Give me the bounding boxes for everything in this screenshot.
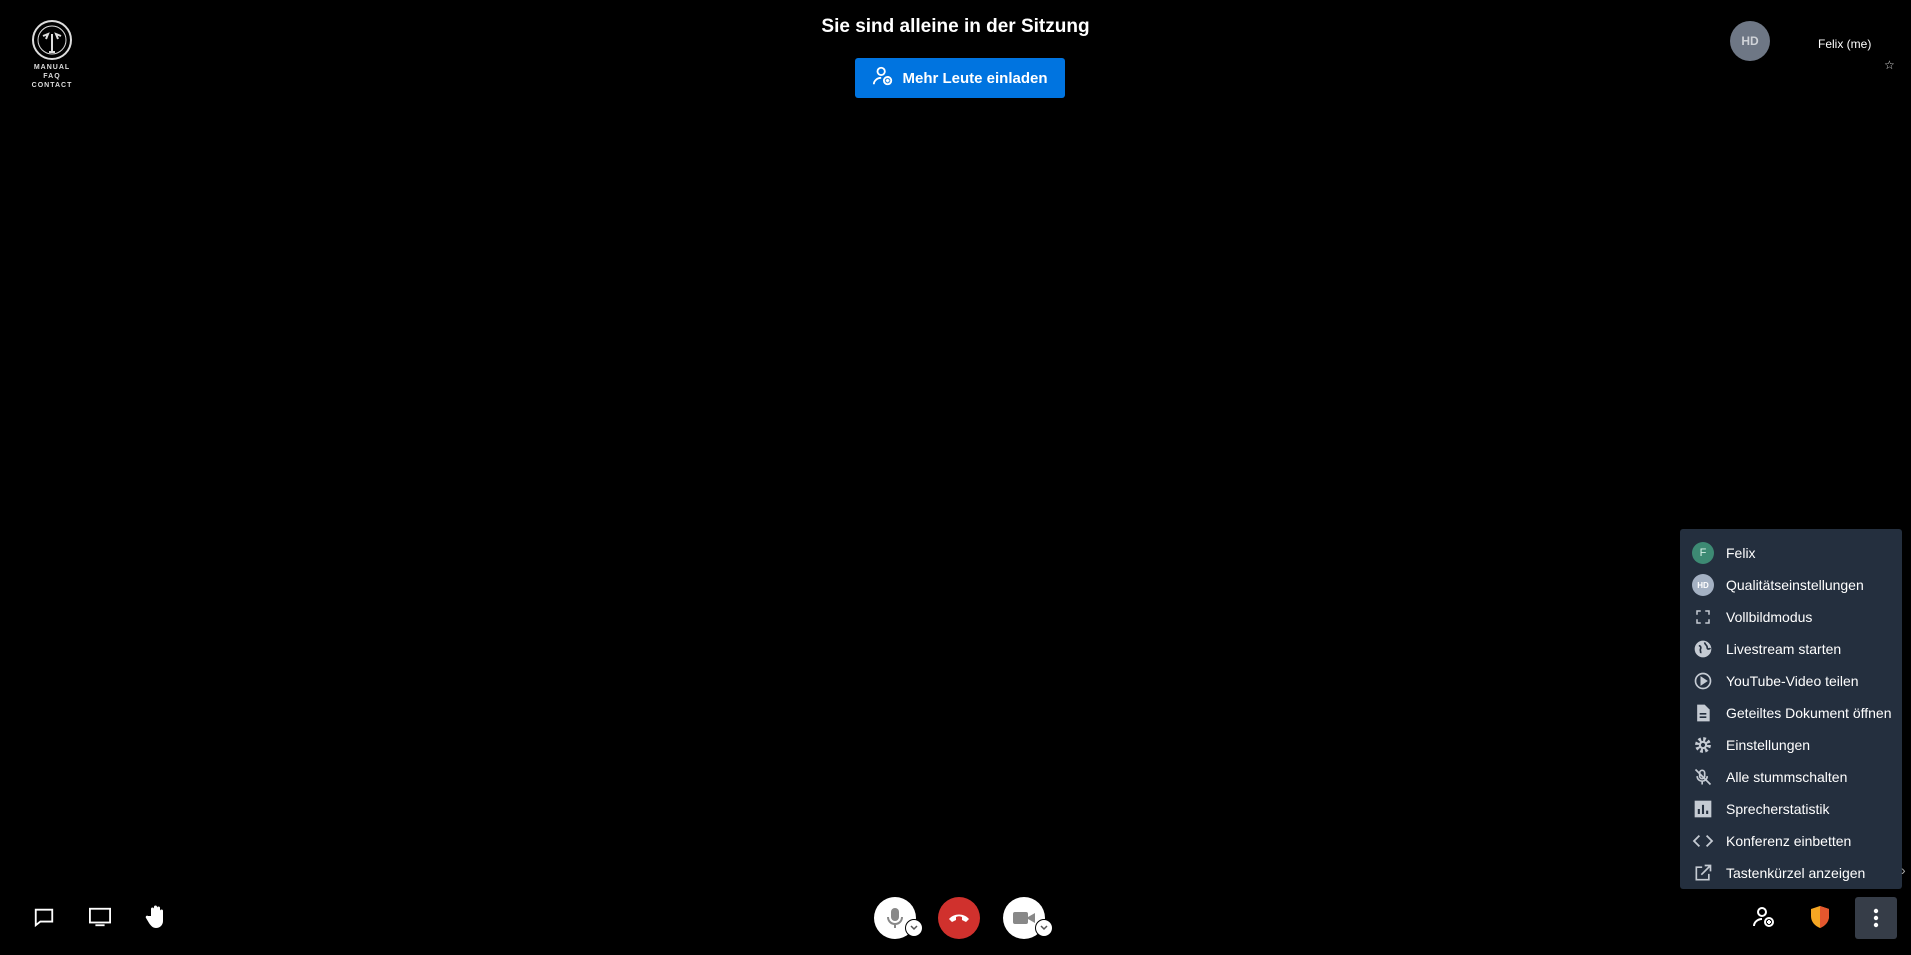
menu-item-embed[interactable]: Konferenz einbetten (1680, 825, 1902, 857)
menu-item-youtube[interactable]: YouTube-Video teilen (1680, 665, 1902, 697)
menu-item-shared-document[interactable]: Geteiltes Dokument öffnen (1680, 697, 1902, 729)
menu-item-label: Alle stummschalten (1726, 769, 1848, 785)
page-title: Sie sind alleine in der Sitzung (821, 16, 1090, 37)
camera-options-button[interactable] (1035, 919, 1053, 937)
menu-item-shortcuts[interactable]: Tastenkürzel anzeigen (1680, 857, 1902, 889)
gear-icon (1692, 734, 1714, 756)
menu-item-settings[interactable]: Einstellungen (1680, 729, 1902, 761)
invite-more-people-button[interactable]: Mehr Leute einladen (855, 58, 1065, 98)
menu-item-speaker-stats[interactable]: Sprecherstatistik (1680, 793, 1902, 825)
menu-item-label: YouTube-Video teilen (1726, 673, 1859, 689)
microphone-options-button[interactable] (905, 919, 923, 937)
menu-item-livestream[interactable]: Livestream starten (1680, 633, 1902, 665)
invite-person-icon (872, 65, 894, 91)
stats-icon (1692, 798, 1714, 820)
menu-item-label: Livestream starten (1726, 641, 1842, 657)
avatar-f-icon: F (1692, 542, 1714, 564)
pin-icon[interactable]: ☆ (1884, 58, 1895, 72)
invite-people-button[interactable] (1744, 897, 1784, 937)
menu-item-profile[interactable]: F Felix (1680, 537, 1902, 569)
overflow-menu: F Felix HD Qualitätseinstellungen Vollbi… (1680, 529, 1902, 889)
raise-hand-button[interactable] (137, 897, 177, 937)
document-icon (1692, 702, 1714, 724)
logo-text-faq: FAQ (43, 73, 61, 80)
chevron-down-icon (1040, 925, 1048, 931)
more-vertical-icon (1873, 908, 1879, 928)
embed-code-icon (1692, 830, 1714, 852)
microphone-icon (887, 908, 903, 928)
chat-button[interactable] (24, 897, 64, 937)
invite-button-label: Mehr Leute einladen (902, 69, 1048, 87)
logo-text-manual: MANUAL (33, 64, 71, 71)
security-shield-icon (1811, 906, 1829, 928)
menu-item-label: Geteiltes Dokument öffnen (1726, 705, 1892, 721)
chevron-right-icon: › (1901, 862, 1906, 878)
menu-item-label: Konferenz einbetten (1726, 833, 1852, 849)
menu-item-mute-all[interactable]: Alle stummschalten (1680, 761, 1902, 793)
more-actions-button[interactable] (1855, 897, 1897, 939)
quality-avatar[interactable]: HD (1730, 21, 1770, 61)
self-name-label: Felix (me) (1818, 37, 1872, 51)
menu-item-label: Sprecherstatistik (1726, 801, 1830, 817)
chat-icon (34, 908, 54, 928)
chevron-down-icon (910, 925, 918, 931)
external-link-icon (1692, 862, 1714, 884)
mute-all-icon (1692, 766, 1714, 788)
screen-share-button[interactable] (80, 897, 120, 937)
menu-item-label: Vollbildmodus (1726, 609, 1813, 625)
logo-text-contact: CONTACT (31, 82, 73, 89)
menu-item-quality-settings[interactable]: HD Qualitätseinstellungen (1680, 569, 1902, 601)
hangup-button[interactable] (938, 897, 980, 939)
menu-item-label: Qualitätseinstellungen (1726, 577, 1864, 593)
screen-share-icon (89, 907, 111, 927)
raise-hand-icon (145, 905, 163, 928)
menu-item-fullscreen[interactable]: Vollbildmodus (1680, 601, 1902, 633)
play-circle-icon (1692, 670, 1714, 692)
fullscreen-icon (1692, 606, 1714, 628)
globe-icon (1692, 638, 1714, 660)
invite-people-icon (1753, 907, 1774, 927)
security-options-button[interactable] (1800, 897, 1840, 937)
menu-item-label: Einstellungen (1726, 737, 1811, 753)
hd-icon: HD (1692, 574, 1714, 596)
hangup-icon (949, 914, 969, 922)
menu-item-label: Tastenkürzel anzeigen (1726, 865, 1866, 881)
menu-item-label: Felix (1726, 545, 1756, 561)
camera-icon (1013, 912, 1035, 924)
